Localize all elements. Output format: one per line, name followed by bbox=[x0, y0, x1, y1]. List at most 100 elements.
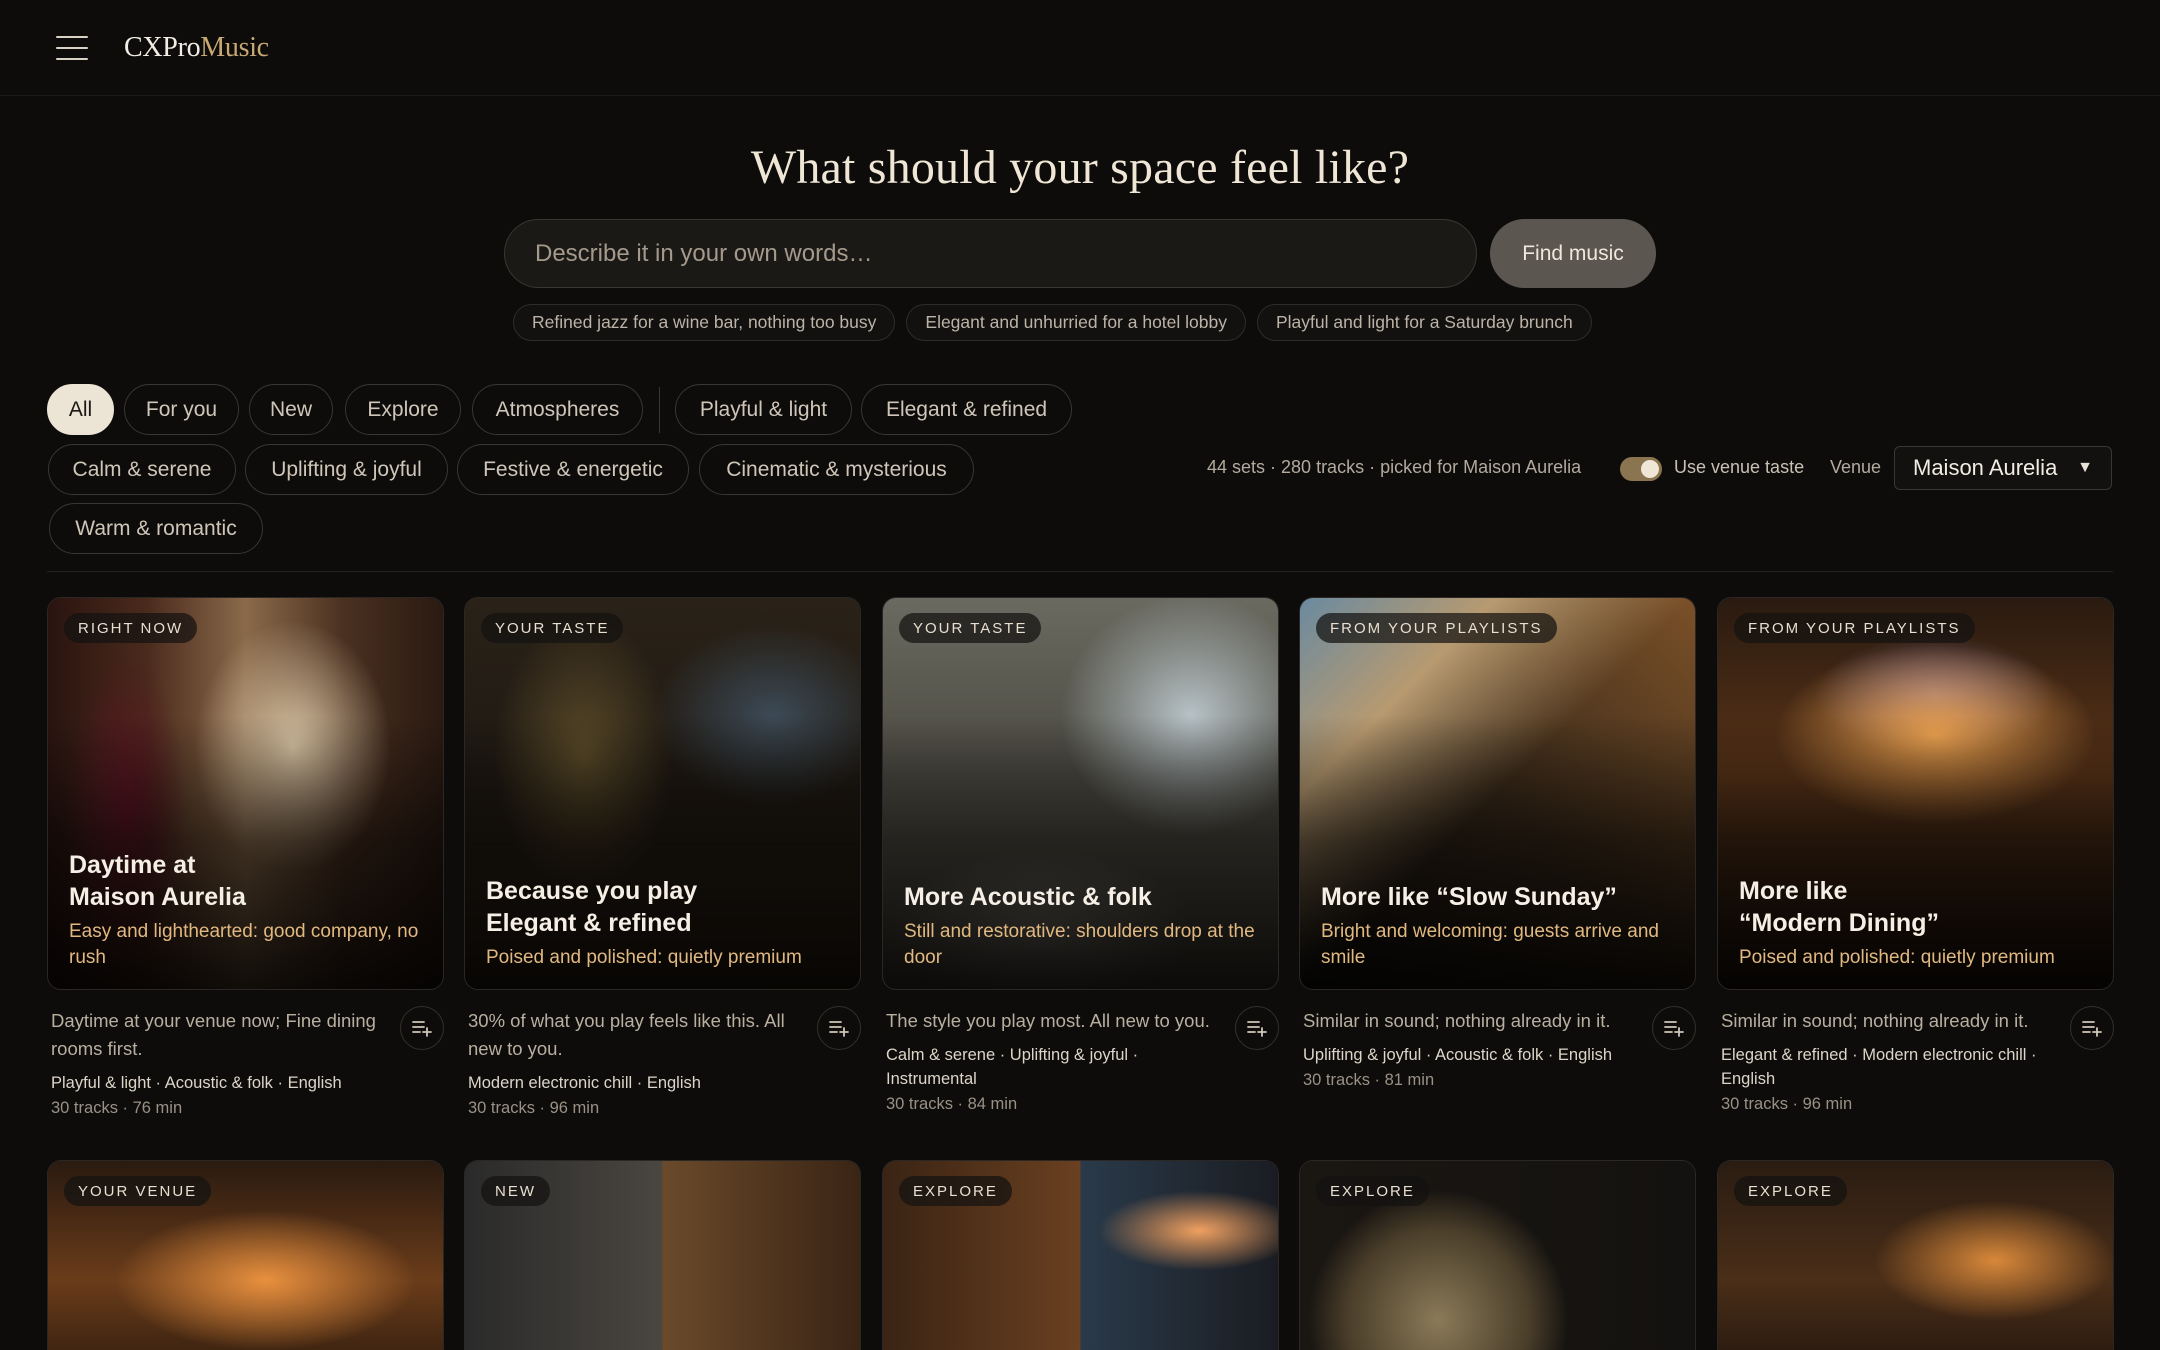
filter-chip-all[interactable]: All bbox=[47, 384, 114, 435]
card-description: The style you play most. All new to you. bbox=[886, 1010, 1210, 1031]
venue-label: Venue bbox=[1830, 457, 1882, 477]
card-tag: RIGHT NOW bbox=[64, 613, 198, 643]
card-overlay-text: More Acoustic & folk Still and restorati… bbox=[904, 881, 1260, 971]
card-description: Daytime at your venue now; Fine dining r… bbox=[51, 1010, 376, 1059]
card-subtitle: Still and restorative: shoulders drop at… bbox=[904, 921, 1255, 968]
card-tag: FROM YOUR PLAYLISTS bbox=[1316, 613, 1557, 643]
filter-chip-cinematic-mysterious[interactable]: Cinematic & mysterious bbox=[699, 444, 974, 495]
card-meta: Modern electronic chill · English bbox=[468, 1074, 701, 1092]
card-tag: YOUR VENUE bbox=[64, 1176, 212, 1206]
playlist-card[interactable]: YOUR TASTE Because you play Elegant & re… bbox=[464, 597, 861, 1118]
filter-divider bbox=[659, 387, 660, 433]
suggestion-chip[interactable]: Playful and light for a Saturday brunch bbox=[1257, 304, 1592, 341]
playlist-card[interactable]: YOUR TASTE More Acoustic & folk Still an… bbox=[882, 597, 1279, 1114]
card-image[interactable]: YOUR TASTE More Acoustic & folk Still an… bbox=[882, 597, 1279, 990]
card-overlay-text: More like “Modern Dining” Poised and pol… bbox=[1739, 875, 2095, 971]
card-image[interactable]: FROM YOUR PLAYLISTS More like “Slow Sund… bbox=[1299, 597, 1696, 990]
filter-chip-new[interactable]: New bbox=[249, 384, 333, 435]
card-tag: NEW bbox=[481, 1176, 550, 1206]
card-subtitle: Poised and polished: quietly premium bbox=[486, 947, 802, 968]
playlist-add-icon[interactable] bbox=[817, 1006, 861, 1050]
filter-chip-warm-romantic[interactable]: Warm & romantic bbox=[49, 503, 263, 554]
playlist-add-icon[interactable] bbox=[1652, 1006, 1696, 1050]
card-overlay-text: Daytime at Maison Aurelia Easy and light… bbox=[69, 849, 425, 971]
playlist-card[interactable]: EXPLORE bbox=[882, 1160, 1279, 1350]
filter-chip-for-you[interactable]: For you bbox=[124, 384, 239, 435]
card-title: More like “Modern Dining” bbox=[1739, 877, 1939, 937]
card-subtitle: Bright and welcoming: guests arrive and … bbox=[1321, 921, 1659, 968]
search-input[interactable] bbox=[504, 219, 1477, 288]
card-image[interactable]: EXPLORE bbox=[882, 1160, 1279, 1350]
card-image[interactable]: FROM YOUR PLAYLISTS More like “Modern Di… bbox=[1717, 597, 2114, 990]
suggestion-list: Refined jazz for a wine bar, nothing too… bbox=[513, 304, 1592, 341]
find-music-button[interactable]: Find music bbox=[1490, 219, 1656, 288]
suggestion-chip[interactable]: Refined jazz for a wine bar, nothing too… bbox=[513, 304, 896, 341]
card-tag: EXPLORE bbox=[1734, 1176, 1847, 1206]
app-logo[interactable]: CXProMusic bbox=[124, 32, 269, 64]
card-image[interactable]: YOUR TASTE Because you play Elegant & re… bbox=[464, 597, 861, 990]
card-meta: Uplifting & joyful · Acoustic & folk · E… bbox=[1303, 1046, 1613, 1064]
playlist-card[interactable]: FROM YOUR PLAYLISTS More like “Slow Sund… bbox=[1299, 597, 1696, 1090]
filter-chip-uplifting-joyful[interactable]: Uplifting & joyful bbox=[245, 444, 448, 495]
card-image[interactable]: NEW bbox=[464, 1160, 861, 1350]
card-image[interactable]: EXPLORE bbox=[1299, 1160, 1696, 1350]
playlist-card[interactable]: FROM YOUR PLAYLISTS More like “Modern Di… bbox=[1717, 597, 2114, 1114]
filter-chip-elegant-refined[interactable]: Elegant & refined bbox=[861, 384, 1072, 435]
playlist-add-icon[interactable] bbox=[1235, 1006, 1279, 1050]
card-image[interactable]: RIGHT NOW Daytime at Maison Aurelia Easy… bbox=[47, 597, 444, 990]
playlist-card[interactable]: EXPLORE bbox=[1717, 1160, 2114, 1350]
card-tag: YOUR TASTE bbox=[899, 613, 1042, 643]
card-title: Daytime at Maison Aurelia bbox=[69, 851, 246, 911]
results-summary: 44 sets · 280 tracks · picked for Maison… bbox=[1207, 457, 1582, 477]
page-title: What should your space feel like? bbox=[750, 141, 1410, 194]
playlist-add-icon[interactable] bbox=[2070, 1006, 2114, 1050]
card-count: 30 tracks · 76 min bbox=[51, 1099, 183, 1117]
playlist-card[interactable]: NEW bbox=[464, 1160, 861, 1350]
filter-chip-festive-energetic[interactable]: Festive & energetic bbox=[457, 444, 689, 495]
card-description: 30% of what you play feels like this. Al… bbox=[468, 1010, 785, 1059]
suggestion-chip[interactable]: Elegant and unhurried for a hotel lobby bbox=[906, 304, 1246, 341]
search-row: Find music bbox=[504, 219, 1656, 288]
playlist-add-icon[interactable] bbox=[400, 1006, 444, 1050]
card-image[interactable]: EXPLORE bbox=[1717, 1160, 2114, 1350]
card-count: 30 tracks · 96 min bbox=[468, 1099, 600, 1117]
playlist-card[interactable]: YOUR VENUE bbox=[47, 1160, 444, 1350]
venue-select-value: Maison Aurelia bbox=[1913, 455, 2058, 480]
logo-text-part1: CXPro bbox=[124, 31, 201, 63]
logo-text-part2: Music bbox=[200, 31, 269, 63]
toggle-knob bbox=[1641, 460, 1659, 478]
card-title: Because you play Elegant & refined bbox=[486, 877, 698, 937]
card-tag: FROM YOUR PLAYLISTS bbox=[1734, 613, 1975, 643]
filter-chip-playful-light[interactable]: Playful & light bbox=[675, 384, 852, 435]
section-divider bbox=[47, 571, 2113, 572]
chevron-down-icon: ▼ bbox=[2077, 459, 2093, 476]
playlist-card[interactable]: RIGHT NOW Daytime at Maison Aurelia Easy… bbox=[47, 597, 444, 1118]
card-subtitle: Poised and polished: quietly premium bbox=[1739, 947, 2055, 968]
card-meta: Playful & light · Acoustic & folk · Engl… bbox=[51, 1074, 342, 1092]
card-tag: YOUR TASTE bbox=[481, 613, 624, 643]
card-description: Similar in sound; nothing already in it. bbox=[1721, 1010, 2029, 1031]
card-count: 30 tracks · 84 min bbox=[886, 1095, 1018, 1113]
card-overlay-text: More like “Slow Sunday” Bright and welco… bbox=[1321, 881, 1677, 971]
card-image[interactable]: YOUR VENUE bbox=[47, 1160, 444, 1350]
playlist-card[interactable]: EXPLORE bbox=[1299, 1160, 1696, 1350]
card-meta: Elegant & refined · Modern electronic ch… bbox=[1721, 1046, 2037, 1088]
card-overlay-text: Because you play Elegant & refined Poise… bbox=[486, 875, 842, 971]
card-tag: EXPLORE bbox=[1316, 1176, 1429, 1206]
card-tag: EXPLORE bbox=[899, 1176, 1012, 1206]
menu-icon[interactable] bbox=[56, 35, 88, 60]
filter-chip-atmospheres[interactable]: Atmospheres bbox=[472, 384, 643, 435]
card-count: 30 tracks · 96 min bbox=[1721, 1095, 1853, 1113]
top-bar: CXProMusic bbox=[0, 0, 2160, 96]
card-meta: Calm & serene · Uplifting & joyful · Ins… bbox=[886, 1046, 1139, 1088]
card-title: More Acoustic & folk bbox=[904, 883, 1152, 911]
card-title: More like “Slow Sunday” bbox=[1321, 883, 1617, 911]
filter-chip-explore[interactable]: Explore bbox=[345, 384, 461, 435]
venue-taste-label: Use venue taste bbox=[1674, 457, 1805, 477]
card-description: Similar in sound; nothing already in it. bbox=[1303, 1010, 1611, 1031]
card-subtitle: Easy and lighthearted: good company, no … bbox=[69, 921, 419, 968]
venue-select[interactable]: Maison Aurelia ▼ bbox=[1894, 446, 2112, 490]
card-count: 30 tracks · 81 min bbox=[1303, 1071, 1435, 1089]
filter-chip-calm-serene[interactable]: Calm & serene bbox=[48, 444, 236, 495]
venue-taste-toggle[interactable] bbox=[1620, 457, 1662, 481]
